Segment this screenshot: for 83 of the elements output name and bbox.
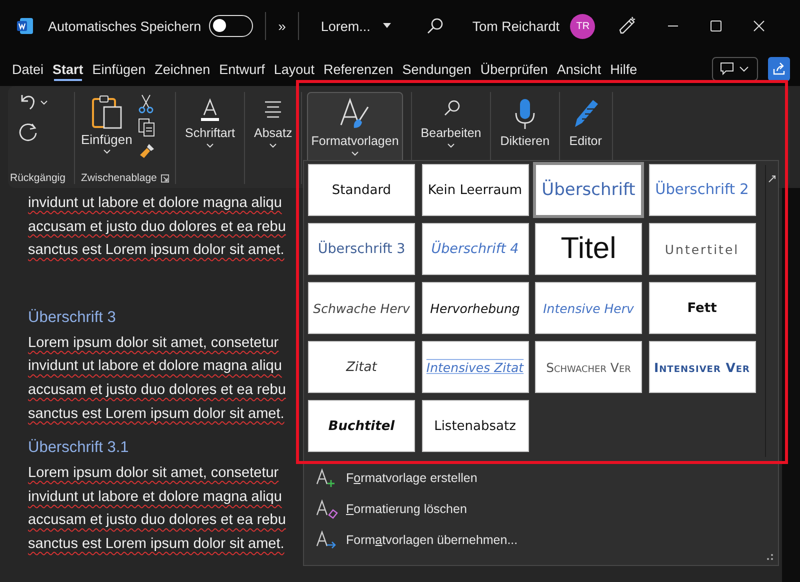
font-button[interactable]: Schriftart xyxy=(181,92,240,156)
menu-tab[interactable]: Ansicht xyxy=(552,58,606,80)
user-name: Tom Reichardt xyxy=(472,18,560,34)
menu-tab[interactable]: Layout xyxy=(270,58,318,80)
style-tile[interactable]: Schwache Herv xyxy=(309,283,414,333)
menu-tab[interactable]: Sendungen xyxy=(398,58,476,80)
caret-icon xyxy=(206,143,214,148)
body-text-line: accusam et justo duo dolores et ea rebu xyxy=(28,511,286,530)
heading-text: Überschrift 3 xyxy=(28,308,116,328)
body-text-line: sanctus est Lorem ipsum dolor sit amet. xyxy=(28,241,284,260)
style-tile[interactable]: Hervorhebung xyxy=(422,283,528,333)
style-tile[interactable]: Titel xyxy=(536,224,641,274)
clear-formatting-item[interactable]: Formatierung löschen xyxy=(316,498,778,520)
scissors-icon[interactable] xyxy=(138,94,154,114)
style-tile[interactable]: Kein Leerraum xyxy=(422,165,528,215)
create-style-item[interactable]: Formatvorlage erstellen xyxy=(316,467,778,489)
style-tile[interactable]: Zitat xyxy=(309,342,414,392)
search-icon[interactable] xyxy=(426,17,444,35)
style-action-icon xyxy=(316,499,338,519)
copy-icon[interactable] xyxy=(138,118,156,138)
style-tile[interactable]: Fett xyxy=(650,283,754,333)
menu-tab[interactable]: Zeichnen xyxy=(150,58,214,80)
editor-button[interactable]: Editor xyxy=(564,92,607,156)
body-text-line: Lorem ipsum dolor sit amet, consetetur xyxy=(28,464,279,484)
close-icon[interactable] xyxy=(753,20,766,32)
menu-tab[interactable]: Start xyxy=(48,58,88,80)
style-tile[interactable]: Überschrift 4 xyxy=(422,224,528,274)
maximize-icon[interactable] xyxy=(710,20,722,32)
menu-tab[interactable]: Hilfe xyxy=(606,58,642,80)
format-painter-icon[interactable] xyxy=(138,142,156,160)
body-text-line: invidunt ut labore et dolore magna aliqu xyxy=(28,194,282,213)
paragraph-button[interactable]: Absatz xyxy=(250,92,296,156)
caret-icon xyxy=(447,143,456,148)
user-avatar[interactable]: TR xyxy=(570,14,596,38)
body-text-line: sanctus est Lorem ipsum dolor sit amet. xyxy=(28,534,284,554)
style-tile[interactable]: Intensive Herv xyxy=(536,283,641,333)
menu-tab[interactable]: Einfügen xyxy=(88,58,150,80)
caret-icon xyxy=(382,23,392,29)
group-label: Zwischenablage xyxy=(81,172,157,184)
dialog-launcher-icon[interactable] xyxy=(160,174,169,182)
comment-icon xyxy=(720,62,750,76)
caret-icon xyxy=(351,151,359,156)
menu-tab[interactable]: Überprüfen xyxy=(476,58,552,80)
editing-button[interactable]: Bearbeiten xyxy=(416,92,486,156)
paste-button[interactable]: Einfügen xyxy=(81,92,132,172)
style-action-icon xyxy=(316,530,338,550)
share-button[interactable] xyxy=(768,57,790,81)
menu-tab[interactable]: Referenzen xyxy=(319,58,398,80)
style-tile[interactable]: Überschrift 3 xyxy=(309,224,414,274)
document-name-button[interactable]: Lorem... xyxy=(320,18,392,34)
style-tile[interactable]: Überschrift 2 xyxy=(650,165,754,215)
style-tile[interactable]: Intensives Zitat xyxy=(422,342,528,392)
style-tile[interactable]: Überschrift xyxy=(536,165,641,215)
style-tile[interactable]: Listenabsatz xyxy=(422,401,528,451)
comments-button[interactable] xyxy=(712,57,758,81)
body-text-line: invidunt ut labore et dolore magna aliqu xyxy=(28,488,282,507)
apply-styles-item[interactable]: Formatvorlagen übernehmen... xyxy=(316,529,778,551)
menu-tab[interactable]: Entwurf xyxy=(215,58,269,80)
style-tile[interactable]: Standard xyxy=(309,165,414,215)
clipboard-icon xyxy=(90,94,124,130)
style-tile[interactable]: Untertitel xyxy=(650,224,754,274)
caret-icon xyxy=(102,149,111,154)
heading-text: Überschrift 3.1 xyxy=(28,438,129,458)
body-text-line: accusam et justo duo dolores et ea rebu xyxy=(28,380,286,400)
word-logo-icon xyxy=(16,17,34,35)
share-icon xyxy=(772,62,786,76)
resize-grip-icon[interactable] xyxy=(766,553,774,561)
dictate-button[interactable]: Diktieren xyxy=(496,92,554,156)
autosave-label: Automatisches Speichern xyxy=(48,18,202,34)
pen-icon[interactable] xyxy=(617,16,638,36)
body-text-line: Lorem ipsum dolor sit amet, consetetur xyxy=(28,334,279,353)
style-tile[interactable]: Intensiver Ver xyxy=(650,342,754,392)
style-tile[interactable]: Buchtitel xyxy=(309,401,414,451)
autosave-toggle[interactable] xyxy=(209,15,254,37)
caret-icon xyxy=(269,143,278,148)
overflow-button[interactable]: » xyxy=(278,18,286,34)
body-text-line: sanctus est Lorem ipsum dolor sit amet. xyxy=(28,404,284,424)
body-text-line: accusam et justo duo dolores et ea rebu xyxy=(28,218,286,237)
expand-icon[interactable] xyxy=(768,175,776,183)
style-tile[interactable]: Schwacher Ver xyxy=(536,342,641,392)
body-text-line: invidunt ut labore et dolore magna aliqu xyxy=(28,357,282,376)
menu-tab[interactable]: Datei xyxy=(8,58,48,80)
group-label: Rückgängig xyxy=(10,172,66,184)
